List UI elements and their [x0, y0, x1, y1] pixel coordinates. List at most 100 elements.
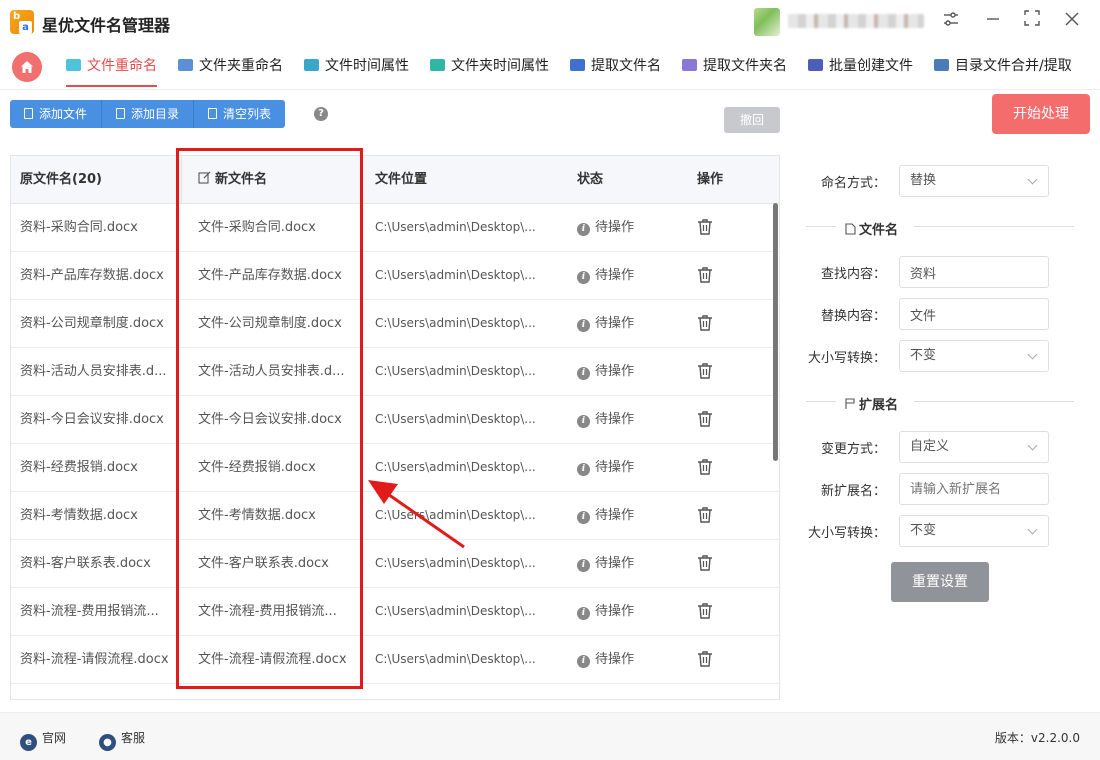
delete-button[interactable] — [697, 252, 737, 300]
file-icon — [24, 108, 33, 119]
trash-icon — [698, 459, 712, 475]
table-row[interactable]: 资料-流程-请假流程.docx 文件-流程-请假流程.docx C:\Users\a… — [11, 636, 779, 684]
table-row[interactable]: 资料-活动人员安排表.d... 文件-活动人员安排表.d... C:\Users\a… — [11, 348, 779, 396]
start-processing-button[interactable]: 开始处理 — [992, 94, 1090, 134]
avatar[interactable] — [754, 8, 780, 36]
naming-method-select[interactable]: 替换 — [899, 165, 1049, 197]
new-extension-input[interactable] — [899, 473, 1049, 505]
highlight-box — [176, 148, 363, 689]
delete-button[interactable] — [697, 444, 737, 492]
replace-label: 替换内容： — [820, 309, 886, 324]
original-filename: 资料-今日会议安排.docx — [20, 412, 164, 427]
footer: e 官网 ● 客服 版本：v2.2.0.0 — [0, 712, 1100, 760]
case-select[interactable]: 不变 — [899, 340, 1049, 372]
header-action: 操作 — [697, 172, 724, 187]
case2-label: 大小写转换： — [807, 526, 886, 541]
status-cell: i 待操作 — [577, 636, 677, 684]
table-row[interactable]: 资料-流程-费用报销流... 文件-流程-费用报销流... C:\Users\adm… — [11, 588, 779, 636]
replace-input[interactable] — [899, 298, 1049, 330]
file-rename-icon — [66, 59, 81, 71]
table-scrollbar[interactable] — [773, 203, 778, 461]
tab-file-time[interactable]: 文件时间属性 — [304, 54, 409, 78]
file-location: C:\Users\admin\Desktop\... — [375, 364, 536, 378]
divider — [914, 401, 1074, 402]
extract-filename-icon — [570, 59, 585, 71]
info-icon: i — [577, 559, 590, 572]
trash-icon — [698, 363, 712, 379]
original-filename: 资料-流程-请假流程.docx — [20, 652, 169, 667]
info-icon: i — [577, 223, 590, 236]
status-text: 待操作 — [595, 316, 635, 331]
settings-icon[interactable] — [940, 10, 962, 32]
status-text: 待操作 — [595, 556, 635, 571]
delete-button[interactable] — [697, 636, 737, 684]
support-link[interactable]: ● 客服 — [99, 729, 145, 751]
table-row[interactable]: 资料-产品库存数据.docx 文件-产品库存数据.docx C:\Users\adm… — [11, 252, 779, 300]
find-label: 查找内容： — [820, 267, 886, 282]
change-method-select[interactable]: 自定义 — [899, 431, 1049, 463]
info-icon: i — [577, 655, 590, 668]
delete-button[interactable] — [697, 492, 737, 540]
tab-bar: 文件重命名 文件夹重命名 文件时间属性 文件夹时间属性 提取文件名 提取文件夹名… — [0, 44, 1100, 90]
status-cell: i 待操作 — [577, 396, 677, 444]
change-method-label: 变更方式： — [820, 442, 886, 457]
tab-batch-create[interactable]: 批量创建文件 — [808, 54, 913, 78]
home-button[interactable] — [12, 52, 42, 82]
status-cell: i 待操作 — [577, 540, 677, 588]
tab-file-rename[interactable]: 文件重命名 — [66, 54, 157, 87]
trash-icon — [208, 108, 218, 119]
delete-button[interactable] — [697, 348, 737, 396]
file-location: C:\Users\admin\Desktop\... — [375, 604, 536, 618]
reset-settings-button[interactable]: 重置设置 — [891, 562, 989, 602]
tab-extract-foldername[interactable]: 提取文件夹名 — [682, 54, 787, 78]
status-text: 待操作 — [595, 364, 635, 379]
app-title: 星优文件名管理器 — [42, 16, 171, 35]
info-icon: i — [577, 319, 590, 332]
find-input[interactable] — [899, 256, 1049, 288]
chevron-down-icon — [1027, 349, 1038, 360]
info-icon: i — [577, 367, 590, 380]
case2-select[interactable]: 不变 — [899, 515, 1049, 547]
delete-button[interactable] — [697, 540, 737, 588]
tab-extract-filename[interactable]: 提取文件名 — [570, 54, 661, 78]
delete-button[interactable] — [697, 396, 737, 444]
tab-dir-merge[interactable]: 目录文件合并/提取 — [934, 54, 1072, 78]
chevron-down-icon — [1027, 440, 1038, 451]
status-cell: i 待操作 — [577, 588, 677, 636]
file-button-group: 添加文件 添加目录 清空列表 — [10, 100, 286, 128]
table-body: 资料-采购合同.docx 文件-采购合同.docx C:\Users\admin\D… — [11, 204, 779, 684]
minimize-icon[interactable] — [982, 10, 1004, 32]
undo-button[interactable]: 撤回 — [724, 107, 780, 133]
table-row[interactable]: 资料-今日会议安排.docx 文件-今日会议安排.docx C:\Users\adm… — [11, 396, 779, 444]
help-icon[interactable]: ? — [314, 107, 328, 121]
clear-list-button[interactable]: 清空列表 — [194, 100, 286, 128]
status-cell: i 待操作 — [577, 252, 677, 300]
table-header: 原文件名(20) 新文件名 文件位置 状态 操作 — [11, 156, 779, 204]
add-directory-button[interactable]: 添加目录 — [102, 100, 195, 128]
folder-time-icon — [430, 59, 445, 71]
delete-button[interactable] — [697, 300, 737, 348]
header-original-name[interactable]: 原文件名(20) — [20, 156, 102, 204]
close-icon[interactable] — [1061, 10, 1083, 32]
settings-panel — [790, 155, 1090, 700]
document-icon — [845, 223, 856, 235]
trash-icon — [698, 219, 712, 235]
file-table: 原文件名(20) 新文件名 文件位置 状态 操作 资料-采购合同.docx 文件-… — [10, 155, 780, 700]
website-link[interactable]: e 官网 — [20, 729, 66, 751]
naming-method-label: 命名方式： — [820, 176, 886, 191]
status-text: 待操作 — [595, 220, 635, 235]
tab-folder-rename[interactable]: 文件夹重命名 — [178, 54, 283, 78]
original-filename: 资料-公司规章制度.docx — [20, 316, 164, 331]
table-row[interactable]: 资料-公司规章制度.docx 文件-公司规章制度.docx C:\Users\adm… — [11, 300, 779, 348]
delete-button[interactable] — [697, 204, 737, 252]
tab-folder-time[interactable]: 文件夹时间属性 — [430, 54, 549, 78]
status-cell: i 待操作 — [577, 444, 677, 492]
maximize-icon[interactable] — [1021, 10, 1043, 32]
add-file-button[interactable]: 添加文件 — [10, 100, 103, 128]
header-location[interactable]: 文件位置 — [375, 156, 427, 204]
delete-button[interactable] — [697, 588, 737, 636]
header-status[interactable]: 状态 — [577, 156, 603, 204]
app-logo-icon: ba — [10, 10, 34, 34]
table-row[interactable]: 资料-采购合同.docx 文件-采购合同.docx C:\Users\admin\D… — [11, 204, 779, 252]
status-cell: i 待操作 — [577, 300, 677, 348]
